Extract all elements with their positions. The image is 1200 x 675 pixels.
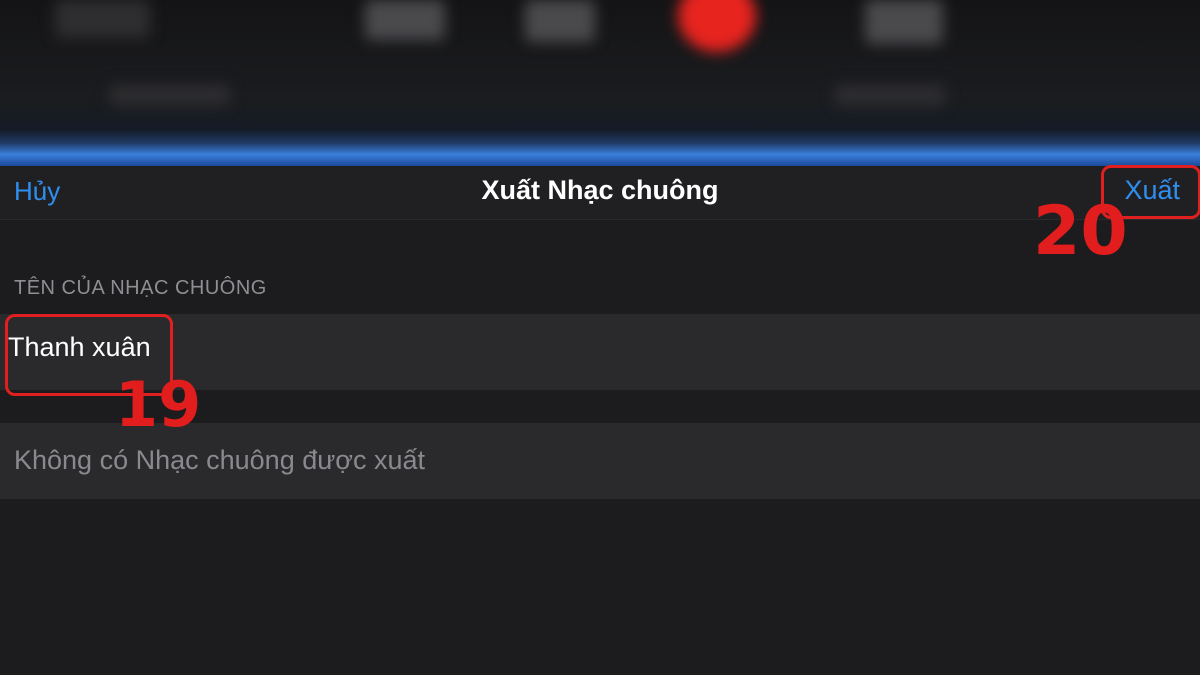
page-title: Xuất Nhạc chuông bbox=[481, 175, 719, 205]
blurred-toolbar-background bbox=[0, 0, 1200, 166]
step-number-export: 20 bbox=[1033, 192, 1128, 271]
step-number-name: 19 bbox=[115, 368, 202, 441]
no-exported-ringtones-text: Không có Nhạc chuông được xuất bbox=[14, 445, 426, 475]
blurred-metronome-icon bbox=[865, 0, 943, 44]
navigation-bar: Hủy Xuất Nhạc chuông Xuất bbox=[0, 166, 1200, 220]
blurred-time-display bbox=[55, 0, 150, 38]
blurred-loop-icon bbox=[365, 0, 445, 40]
blurred-label-left bbox=[110, 85, 230, 105]
blurred-record-icon bbox=[678, 0, 756, 52]
blurred-play-icon bbox=[525, 0, 595, 42]
ringtone-name-section-header: TÊN CỦA NHẠC CHUÔNG bbox=[14, 277, 267, 299]
blurred-label-right bbox=[835, 85, 945, 105]
